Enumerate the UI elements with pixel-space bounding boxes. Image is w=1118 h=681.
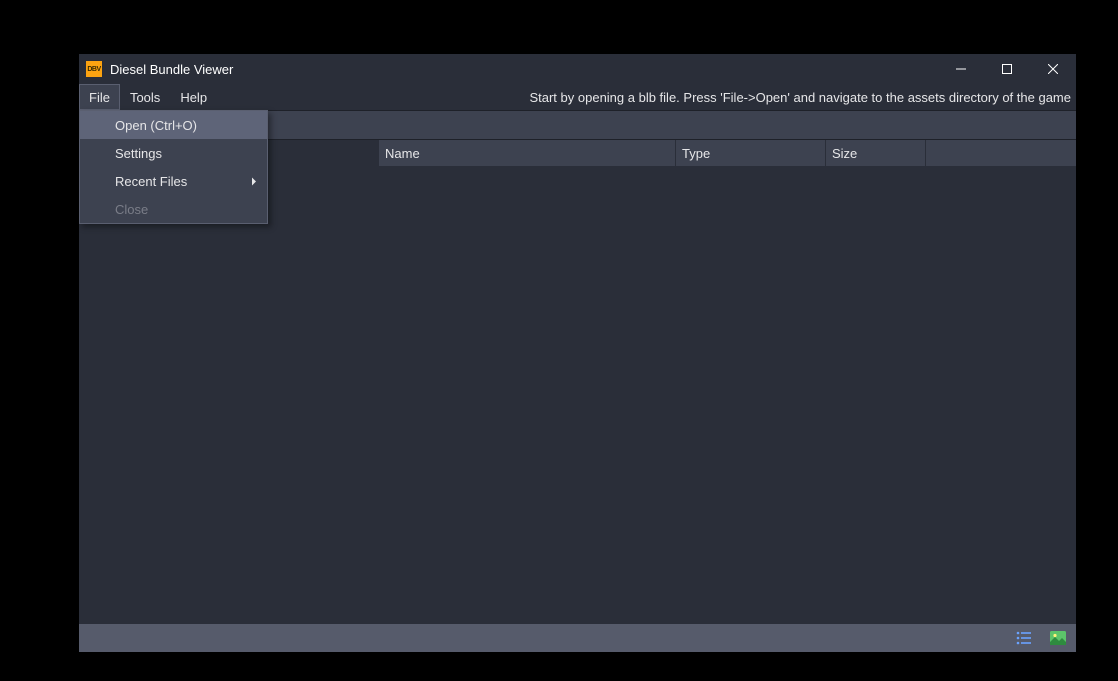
menu-item-open[interactable]: Open (Ctrl+O)	[80, 111, 267, 139]
list-panel: Name Type Size	[379, 140, 1076, 624]
menu-item-recent-label: Recent Files	[115, 174, 187, 189]
menu-item-recent-files[interactable]: Recent Files	[80, 167, 267, 195]
file-menu-dropdown: Open (Ctrl+O) Settings Recent Files Clos…	[79, 110, 268, 224]
statusbar	[79, 624, 1076, 652]
image-icon	[1050, 631, 1066, 645]
maximize-icon	[1002, 64, 1012, 74]
submenu-arrow-icon	[251, 174, 257, 189]
columns-header: Name Type Size	[379, 140, 1076, 166]
menu-item-settings[interactable]: Settings	[80, 139, 267, 167]
minimize-icon	[956, 64, 966, 74]
menu-item-close: Close	[80, 195, 267, 223]
hint-text: Start by opening a blb file. Press 'File…	[529, 84, 1076, 110]
menu-file[interactable]: File	[79, 84, 120, 110]
list-icon	[1016, 631, 1032, 645]
close-icon	[1048, 64, 1058, 74]
menu-tools[interactable]: Tools	[120, 84, 170, 110]
app-title: Diesel Bundle Viewer	[110, 62, 233, 77]
app-icon: DBV	[86, 61, 102, 77]
application-window: DBV Diesel Bundle Viewer File Tools Help…	[79, 54, 1076, 652]
column-header-size[interactable]: Size	[826, 140, 926, 166]
close-button[interactable]	[1030, 54, 1076, 84]
column-header-name[interactable]: Name	[379, 140, 676, 166]
menubar: File Tools Help Start by opening a blb f…	[79, 84, 1076, 110]
titlebar[interactable]: DBV Diesel Bundle Viewer	[79, 54, 1076, 84]
column-header-type[interactable]: Type	[676, 140, 826, 166]
column-header-spacer	[926, 140, 1076, 166]
menu-help[interactable]: Help	[170, 84, 217, 110]
view-image-button[interactable]	[1048, 629, 1068, 647]
minimize-button[interactable]	[938, 54, 984, 84]
maximize-button[interactable]	[984, 54, 1030, 84]
view-list-button[interactable]	[1014, 629, 1034, 647]
